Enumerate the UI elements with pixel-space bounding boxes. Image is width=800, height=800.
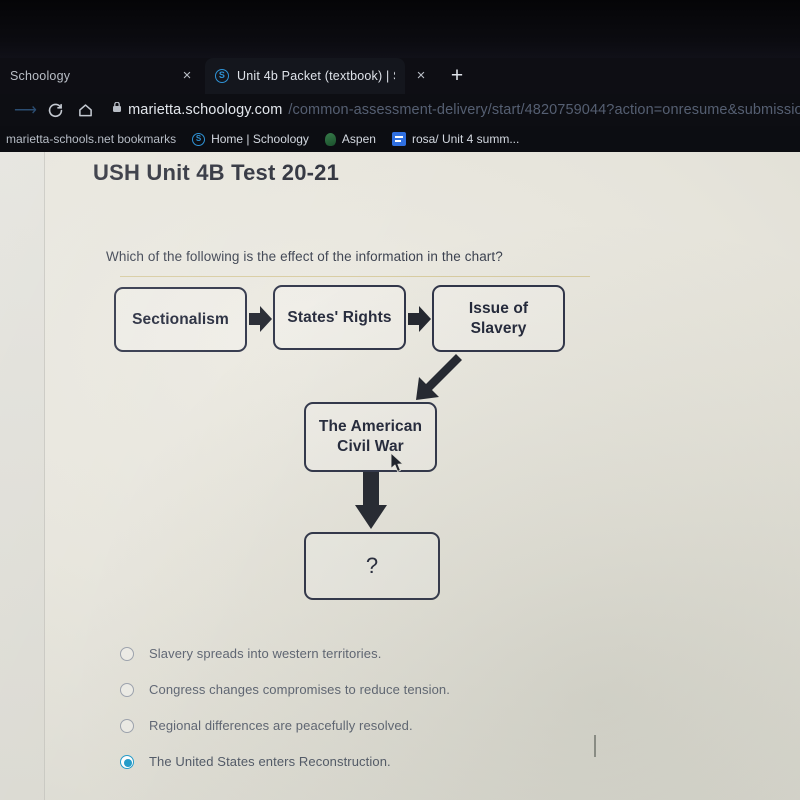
answer-option-label: The United States enters Reconstruction. — [149, 754, 391, 769]
bookmarks-bar: marietta-schools.net bookmarks S Home | … — [0, 126, 800, 152]
browser-tab-unit-4b-packet[interactable]: S Unit 4b Packet (textbook) | Sch — [205, 58, 405, 94]
answer-option-1[interactable]: Slavery spreads into western territories… — [120, 646, 381, 661]
browser-tab-schoology[interactable]: Schoology — [0, 58, 200, 94]
answer-option-4[interactable]: The United States enters Reconstruction. — [120, 754, 391, 769]
answer-option-label: Slavery spreads into western territories… — [149, 646, 382, 661]
answer-option-label: Regional differences are peacefully reso… — [149, 718, 413, 733]
address-bar[interactable]: marietta.schoology.com /common-assessmen… — [112, 102, 800, 118]
tab-title: Unit 4b Packet (textbook) | Sch — [237, 69, 395, 83]
answer-option-label: Congress changes compromises to reduce t… — [149, 682, 450, 697]
reload-glyph — [48, 103, 62, 117]
home-icon[interactable] — [74, 97, 99, 123]
aspen-leaf-icon — [324, 132, 336, 146]
screenshot-root: Schoology × S Unit 4b Packet (textbook) … — [0, 0, 800, 800]
bookmark-label: Aspen — [341, 132, 376, 146]
tab-title: Schoology — [10, 69, 71, 83]
reload-icon[interactable] — [43, 97, 68, 123]
bookmark-rosa-unit-4[interactable]: rosa/ Unit 4 summ... — [391, 132, 520, 146]
schoology-icon: S — [192, 132, 206, 146]
url-host: marietta.schoology.com — [128, 102, 283, 118]
lock-icon — [112, 102, 122, 116]
bookmark-label: marietta-schools.net bookmarks — [6, 132, 177, 146]
radio-button-selected[interactable] — [120, 754, 134, 769]
answer-option-3[interactable]: Regional differences are peacefully reso… — [120, 718, 413, 733]
answer-option-2[interactable]: Congress changes compromises to reduce t… — [120, 682, 450, 697]
radio-button-unselected[interactable] — [120, 682, 134, 697]
close-icon[interactable]: × — [412, 67, 430, 85]
lock-glyph — [113, 102, 122, 112]
radio-button-unselected[interactable] — [120, 646, 134, 661]
browser-toolbar: ⟶ marietta.schoology.com /common-assessm… — [0, 94, 800, 126]
text-cursor-caret — [594, 735, 596, 757]
page-viewport: USH Unit 4B Test 20-21 Which of the foll… — [0, 152, 800, 800]
bookmark-aspen[interactable]: Aspen — [324, 132, 376, 146]
forward-icon[interactable]: ⟶ — [14, 100, 37, 120]
close-icon[interactable]: × — [178, 67, 196, 85]
url-path: /common-assessment-delivery/start/482075… — [288, 102, 800, 118]
bookmark-home-schoology[interactable]: S Home | Schoology — [192, 132, 309, 146]
bookmark-label: Home | Schoology — [211, 132, 309, 146]
bookmark-marietta-schools[interactable]: marietta-schools.net bookmarks — [6, 132, 176, 146]
browser-tabstrip: Schoology × S Unit 4b Packet (textbook) … — [0, 58, 800, 94]
new-tab-button[interactable]: + — [446, 65, 468, 88]
answer-options-list: Slavery spreads into western territories… — [0, 152, 800, 800]
radio-button-unselected[interactable] — [120, 718, 134, 733]
home-glyph — [79, 103, 93, 116]
document-icon — [391, 132, 406, 146]
schoology-icon: S — [215, 69, 229, 83]
bookmark-label: rosa/ Unit 4 summ... — [411, 132, 520, 146]
mouse-pointer-icon — [390, 453, 404, 472]
monitor-bezel — [0, 0, 800, 58]
